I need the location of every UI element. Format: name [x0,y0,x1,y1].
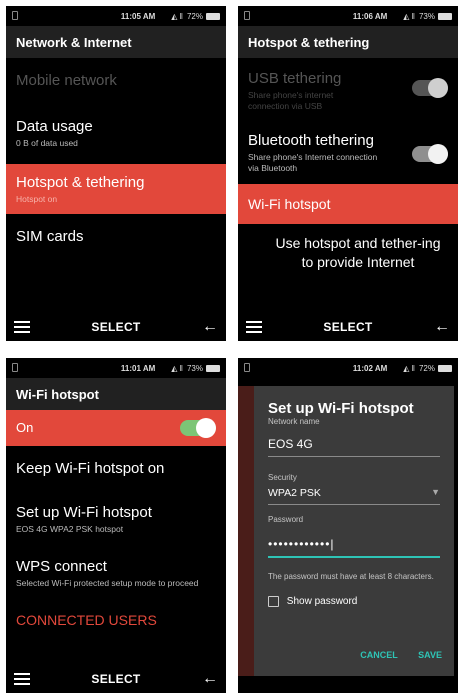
screen-wifi-hotspot: 11:01 AM ◭ ‖ 73% Wi-Fi hotspot On Keep W… [6,358,226,693]
back-arrow-icon[interactable]: ← [202,319,218,335]
status-bar: 11:06 AM ◭ ‖ 73% [238,6,458,26]
signal-icon: ◭ ‖ [403,363,415,373]
softkey-bar: SELECT ← [238,313,458,341]
setup-hotspot-dialog: Set up Wi-Fi hotspot Network name EOS 4G… [254,386,454,676]
signal-icon: ◭ ‖ [171,11,183,21]
security-select[interactable]: WPA2 PSK ▼ [268,482,440,505]
status-time: 11:05 AM [120,11,156,21]
menu-item-usb-tethering[interactable]: USB tethering Share phone's internet con… [238,58,458,128]
select-softkey[interactable]: SELECT [91,320,140,334]
menu-item-sim-cards[interactable]: SIM cards [6,214,226,254]
softkey-bar: SELECT ← [6,665,226,693]
screen-setup-wifi-hotspot: 11:02 AM ◭ ‖ 72% Set up Wi-Fi hotspot Ne… [238,358,458,693]
item-title: Hotspot & tethering [16,174,145,191]
network-name-label: Network name [268,417,320,426]
background-dimmed [238,386,254,676]
page-title: Wi-Fi hotspot [6,378,226,410]
menu-item-wifi-hotspot[interactable]: Wi-Fi hotspot [238,184,458,224]
password-label: Password [268,515,304,524]
item-title: Wi-Fi hotspot [248,196,331,212]
bluetooth-tethering-toggle[interactable] [412,144,448,164]
dialog-actions: CANCEL SAVE [342,650,442,660]
sim-icon [12,11,18,20]
softkey-bar: SELECT ← [6,313,226,341]
battery-icon [206,12,220,20]
page-title: Network & Internet [6,26,226,58]
battery-icon [206,364,220,372]
status-time: 11:02 AM [352,363,388,373]
item-title: Data usage [16,118,93,135]
battery-percent: 73% [418,11,435,21]
item-title: Keep Wi-Fi hotspot on [16,460,165,477]
password-hint: The password must have at least 8 charac… [268,572,434,581]
menu-item-keep-hotspot-on[interactable]: Keep Wi-Fi hotspot on [6,446,226,490]
battery-percent: 73% [186,363,203,373]
back-arrow-icon[interactable]: ← [434,319,450,335]
menu-icon[interactable] [246,321,262,333]
sim-icon [244,363,250,372]
status-bar: 11:02 AM ◭ ‖ 72% [238,358,458,378]
password-field[interactable]: ••••••••••••| [268,532,440,558]
item-subtitle: Share phone's Internet connection via Bl… [248,152,378,173]
screen-network-internet: 11:05 AM ◭ ‖ 72% Network & Internet Mobi… [6,6,226,341]
battery-percent: 72% [186,11,203,21]
menu-item-hotspot-on[interactable]: On [6,410,226,446]
status-time: 11:01 AM [120,363,156,373]
show-password-row[interactable]: Show password [268,596,440,607]
hotspot-toggle[interactable] [180,418,216,438]
item-subtitle: 0 B of data used [16,138,78,148]
item-title: SIM cards [16,228,84,245]
back-arrow-icon[interactable]: ← [202,671,218,687]
sim-icon [244,11,250,20]
dropdown-arrow-icon: ▼ [431,487,440,497]
status-bar: 11:05 AM ◭ ‖ 72% [6,6,226,26]
screen-hotspot-tethering: 11:06 AM ◭ ‖ 73% Hotspot & tethering USB… [238,6,458,341]
cancel-button[interactable]: CANCEL [360,650,397,660]
battery-percent: 72% [418,363,435,373]
hint-text: Use hotspot and tether-ing to provide In… [275,235,441,270]
status-time: 11:06 AM [352,11,388,21]
menu-icon[interactable] [14,321,30,333]
item-subtitle: Hotspot on [16,194,58,204]
network-name-field[interactable]: EOS 4G [268,432,440,457]
show-password-checkbox[interactable] [268,596,279,607]
menu-item-bluetooth-tethering[interactable]: Bluetooth tethering Share phone's Intern… [238,128,458,184]
menu-item-wps-connect[interactable]: WPS connect Selected Wi-Fi protected set… [6,548,226,610]
security-label: Security [268,473,297,482]
security-value: WPA2 PSK [268,487,321,499]
save-button[interactable]: SAVE [418,650,442,660]
select-softkey[interactable]: SELECT [323,320,372,334]
item-subtitle: EOS 4G WPA2 PSK hotspot [16,524,124,534]
dialog-title: Set up Wi-Fi hotspot [268,400,414,417]
usb-tethering-toggle[interactable] [412,78,448,98]
signal-icon: ◭ ‖ [403,11,415,21]
battery-icon [438,364,452,372]
select-softkey[interactable]: SELECT [91,672,140,686]
sim-icon [12,363,18,372]
menu-item-hotspot-tethering[interactable]: Hotspot & tethering Hotspot on [6,164,226,214]
signal-icon: ◭ ‖ [171,363,183,373]
item-subtitle: Selected Wi-Fi protected setup mode to p… [16,578,199,588]
item-title: WPS connect [16,558,107,575]
battery-icon [438,12,452,20]
page-title: Hotspot & tethering [238,26,458,58]
item-title: Mobile network [16,72,117,89]
connected-users-header: CONNECTED USERS [16,612,157,628]
menu-icon[interactable] [14,673,30,685]
status-bar: 11:01 AM ◭ ‖ 73% [6,358,226,378]
item-title: Set up Wi-Fi hotspot [16,504,152,521]
menu-item-setup-hotspot[interactable]: Set up Wi-Fi hotspot EOS 4G WPA2 PSK hot… [6,490,226,548]
menu-item-data-usage[interactable]: Data usage 0 B of data used [6,104,226,164]
item-subtitle: Share phone's internet connection via US… [248,90,334,111]
menu-item-mobile-network[interactable]: Mobile network [6,58,226,104]
show-password-label: Show password [286,596,358,608]
